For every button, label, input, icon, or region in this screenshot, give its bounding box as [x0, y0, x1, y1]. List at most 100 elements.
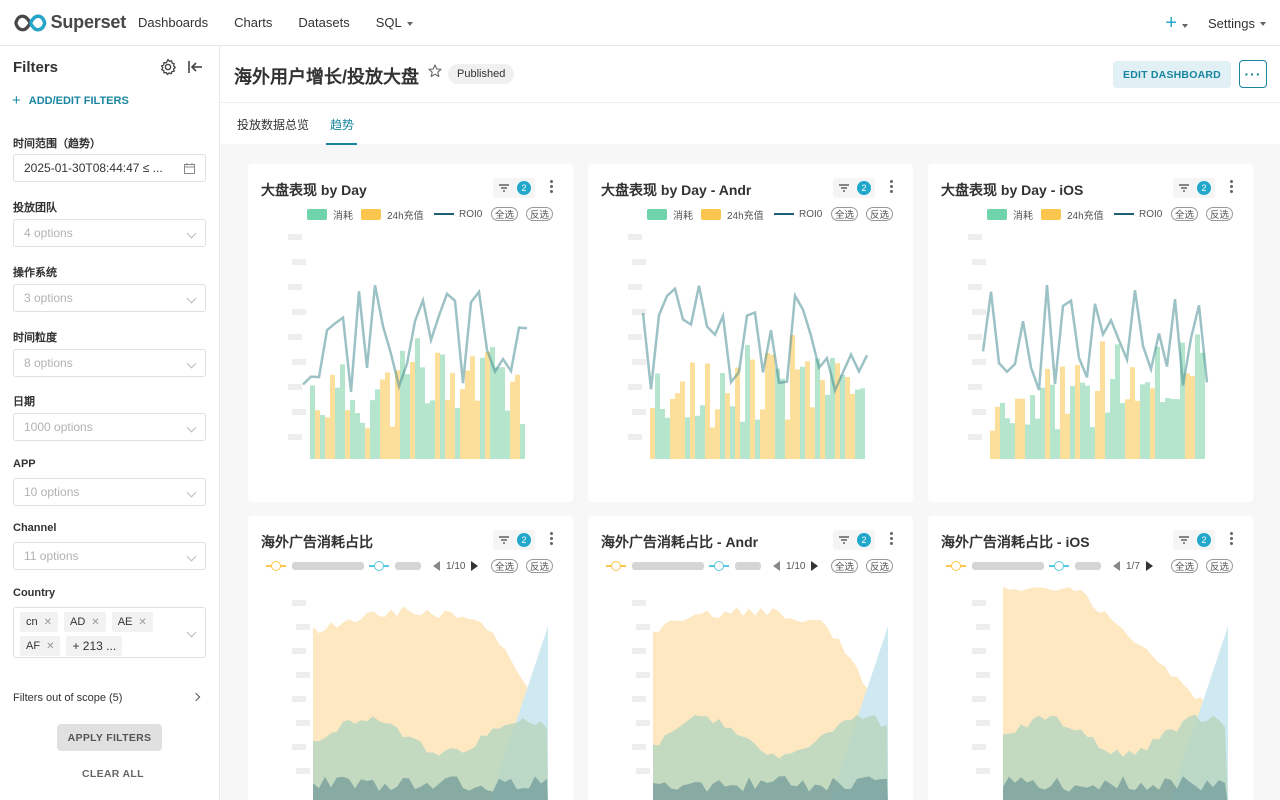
bar-mark: [500, 367, 505, 459]
select-all-button[interactable]: 全选: [831, 207, 858, 221]
prev-page-icon[interactable]: [433, 561, 440, 571]
more-options-button[interactable]: ···: [1239, 60, 1267, 88]
legend-item-recharge[interactable]: 24h充值: [701, 207, 764, 222]
chart-title[interactable]: 海外广告消耗占比 - iOS: [941, 532, 1090, 552]
gear-icon[interactable]: [159, 58, 177, 76]
legend-item-spend[interactable]: 消耗: [987, 207, 1033, 222]
new-menu[interactable]: +: [1165, 13, 1189, 33]
dashboard-title[interactable]: 海外用户增长/投放大盘: [234, 63, 419, 89]
chart-menu-icon[interactable]: [1230, 180, 1234, 195]
clear-all-button[interactable]: CLEAR ALL: [82, 768, 144, 780]
close-icon[interactable]: ✕: [46, 641, 54, 652]
bar-mark: [450, 372, 455, 459]
chart-filter-indicator[interactable]: 2: [1173, 178, 1215, 198]
chart-title[interactable]: 大盘表现 by Day - Andr: [601, 180, 751, 200]
legend-item-spend[interactable]: 消耗: [647, 207, 693, 222]
collapse-sidebar-icon[interactable]: [186, 58, 204, 76]
legend-item-spend[interactable]: 消耗: [307, 207, 353, 222]
settings-menu[interactable]: Settings: [1208, 16, 1266, 31]
country-select[interactable]: cn ✕ AD ✕ AE ✕ AF ✕ + 213 ...: [13, 607, 206, 658]
nav-dashboards[interactable]: Dashboards: [138, 15, 208, 30]
select-all-button[interactable]: 全选: [491, 207, 518, 221]
chart-menu-icon[interactable]: [550, 180, 554, 195]
filters-out-of-scope-toggle[interactable]: Filters out of scope (5): [13, 692, 203, 704]
os-select[interactable]: 3 options: [13, 284, 206, 312]
legend-label: ROI0: [799, 208, 823, 220]
chart-menu-icon[interactable]: [890, 180, 894, 195]
legend-item-roi[interactable]: ROI0: [434, 207, 482, 221]
invert-selection-button[interactable]: 反选: [1206, 559, 1233, 573]
invert-selection-button[interactable]: 反选: [1206, 207, 1233, 221]
bar-mark: [650, 408, 655, 459]
chart-filter-indicator[interactable]: 2: [493, 530, 535, 550]
country-more-tag[interactable]: + 213 ...: [66, 636, 123, 656]
invert-selection-button[interactable]: 反选: [526, 207, 553, 221]
next-page-icon[interactable]: [811, 561, 819, 571]
select-all-button[interactable]: 全选: [1171, 207, 1198, 221]
legend-item[interactable]: [266, 559, 364, 573]
chart-title[interactable]: 海外广告消耗占比: [261, 532, 373, 552]
select-all-button[interactable]: 全选: [491, 559, 518, 573]
tab-trend[interactable]: 趋势: [330, 116, 354, 133]
prev-page-icon[interactable]: [1113, 561, 1120, 571]
chart-legend: 消耗 24h充值 ROI0 全选 反选: [248, 207, 573, 223]
legend-item[interactable]: [946, 559, 1044, 573]
legend-item[interactable]: [1049, 559, 1101, 573]
chart-menu-icon[interactable]: [550, 532, 554, 547]
add-edit-filters-button[interactable]: + ADD/EDIT FILTERS: [12, 93, 129, 108]
legend-item[interactable]: [369, 559, 421, 573]
axis-tick: [296, 624, 310, 630]
chart-filter-indicator[interactable]: 2: [493, 178, 535, 198]
legend-item-roi[interactable]: ROI0: [774, 207, 822, 221]
time-grain-select[interactable]: 8 options: [13, 349, 206, 377]
star-icon[interactable]: [428, 64, 442, 78]
chart-menu-icon[interactable]: [890, 532, 894, 547]
bar-mark: [460, 389, 465, 459]
channel-select[interactable]: 11 options: [13, 542, 206, 570]
prev-page-icon[interactable]: [773, 561, 780, 571]
legend-item[interactable]: [709, 559, 761, 573]
invert-selection-button[interactable]: 反选: [866, 559, 893, 573]
close-icon[interactable]: ✕: [44, 617, 52, 628]
published-status-badge[interactable]: Published: [448, 64, 515, 84]
next-page-icon[interactable]: [471, 561, 479, 571]
legend-item-recharge[interactable]: 24h充值: [1041, 207, 1104, 222]
superset-logo[interactable]: Superset: [14, 12, 126, 33]
close-icon[interactable]: ✕: [138, 617, 146, 628]
invert-selection-button[interactable]: 反选: [526, 559, 553, 573]
team-select[interactable]: 4 options: [13, 219, 206, 247]
redacted-legend-label: [395, 562, 421, 570]
nav-datasets[interactable]: Datasets: [298, 15, 349, 30]
legend-item[interactable]: [606, 559, 704, 573]
chart-title[interactable]: 海外广告消耗占比 - Andr: [601, 532, 758, 552]
dashboard-tabs: 投放数据总览 趋势: [220, 102, 1280, 145]
invert-selection-button[interactable]: 反选: [866, 207, 893, 221]
bar-mark: [355, 413, 360, 459]
country-tag: AF ✕: [20, 636, 61, 656]
filter-icon: [1179, 184, 1189, 192]
app-select[interactable]: 10 options: [13, 478, 206, 506]
legend-item-recharge[interactable]: 24h充值: [361, 207, 424, 222]
bar-mark: [810, 407, 815, 459]
bar-mark: [1005, 418, 1010, 459]
edit-dashboard-button[interactable]: EDIT DASHBOARD: [1113, 61, 1231, 88]
chart-filter-indicator[interactable]: 2: [833, 178, 875, 198]
next-page-icon[interactable]: [1145, 561, 1153, 571]
close-icon[interactable]: ✕: [91, 617, 99, 628]
chart-filter-indicator[interactable]: 2: [1173, 530, 1215, 550]
chart-filter-indicator[interactable]: 2: [833, 530, 875, 550]
tab-overview[interactable]: 投放数据总览: [237, 116, 309, 133]
chart-menu-icon[interactable]: [1230, 532, 1234, 547]
nav-sql-menu[interactable]: SQL: [376, 15, 413, 30]
chart-title[interactable]: 大盘表现 by Day - iOS: [941, 180, 1083, 200]
select-all-button[interactable]: 全选: [1171, 559, 1198, 573]
date-select[interactable]: 1000 options: [13, 413, 206, 441]
apply-filters-button[interactable]: APPLY FILTERS: [57, 724, 162, 751]
legend-page-number: 1/7: [1126, 560, 1140, 572]
bar-mark: [655, 373, 660, 459]
legend-item-roi[interactable]: ROI0: [1114, 207, 1162, 221]
chart-title[interactable]: 大盘表现 by Day: [261, 180, 367, 200]
time-range-input[interactable]: 2025-01-30T08:44:47 ≤ ...: [13, 154, 206, 182]
select-all-button[interactable]: 全选: [831, 559, 858, 573]
nav-charts[interactable]: Charts: [234, 15, 272, 30]
